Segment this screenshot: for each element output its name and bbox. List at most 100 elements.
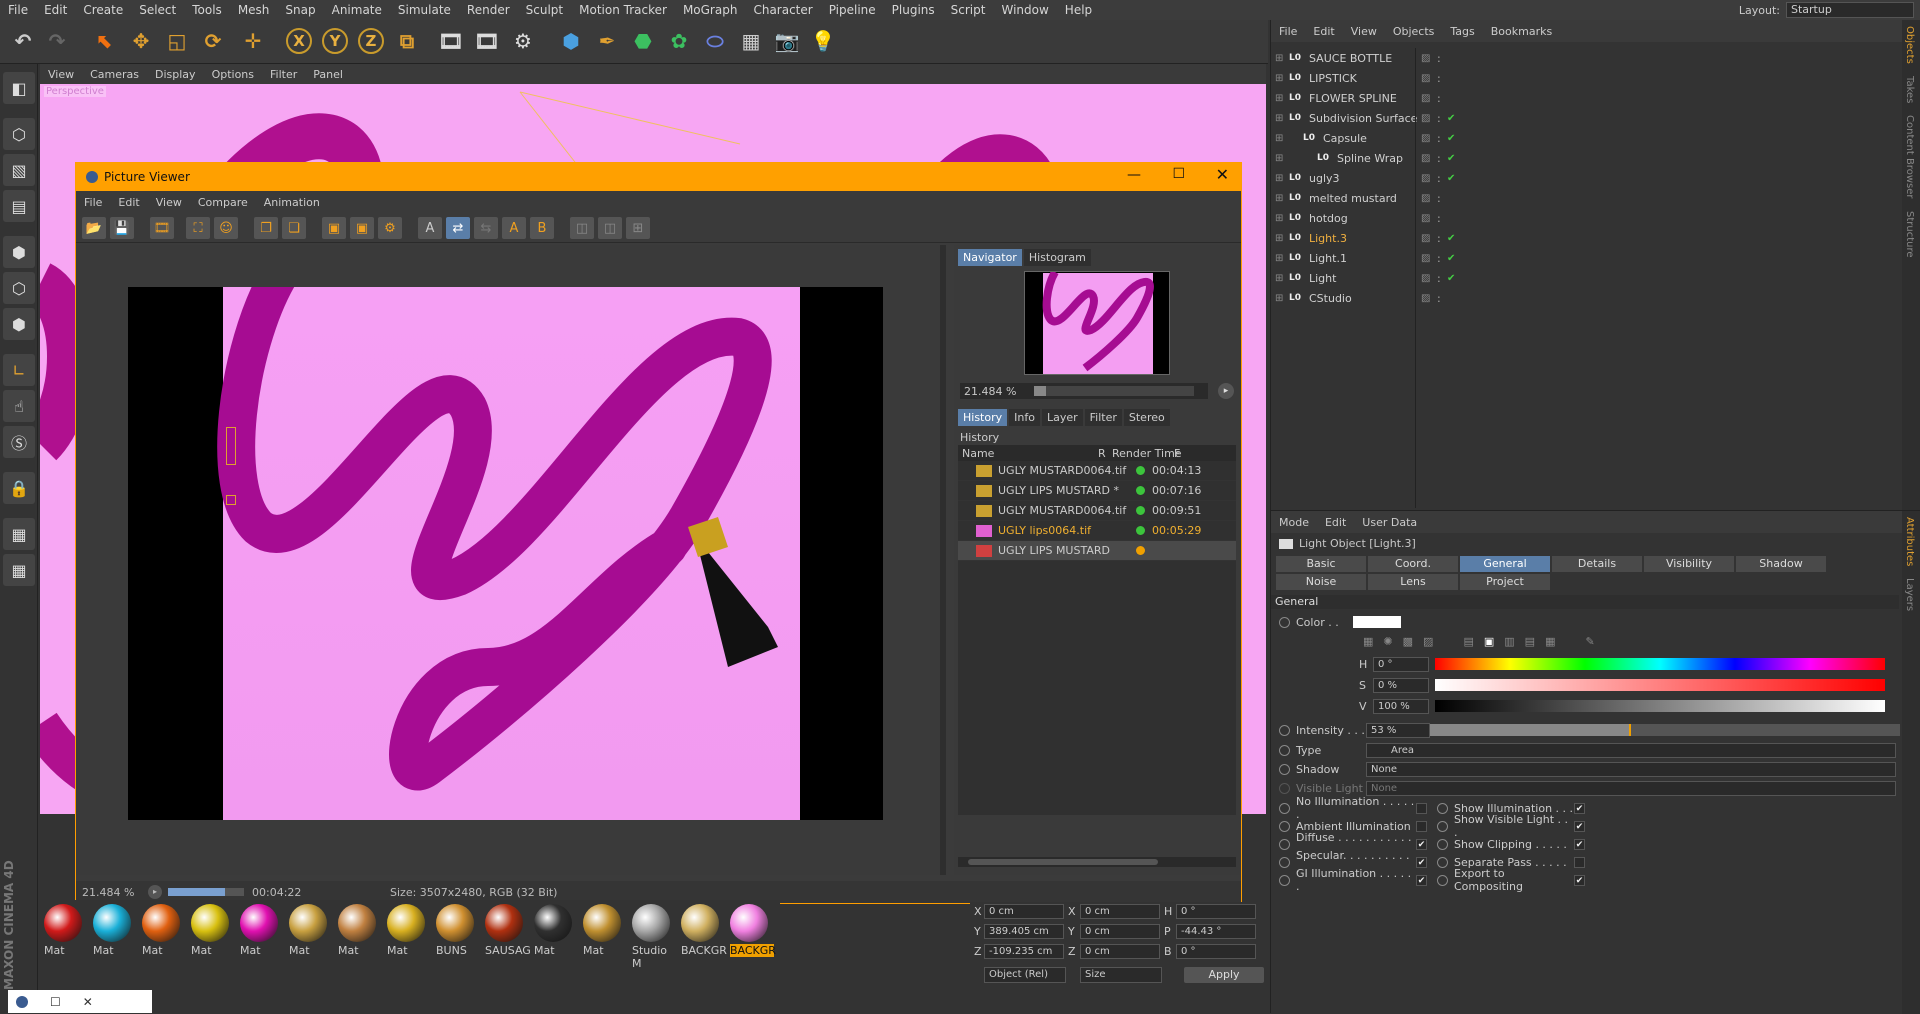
visible-light-dropdown[interactable]: None <box>1366 780 1896 796</box>
visibility-icon[interactable]: ▨ <box>1421 193 1430 204</box>
render-dots-icon[interactable]: : <box>1437 252 1441 265</box>
render-dots-icon[interactable]: : <box>1437 192 1441 205</box>
objects-menu-view[interactable]: View <box>1343 25 1385 38</box>
material-ball[interactable] <box>681 904 719 942</box>
attr-tab-shadow[interactable]: Shadow <box>1736 556 1826 572</box>
menu-tools[interactable]: Tools <box>184 3 230 17</box>
visible-light-animate-radio[interactable] <box>1279 782 1290 794</box>
side-tab-layers[interactable]: Layers <box>1902 572 1917 617</box>
polygons-mode-icon[interactable]: ⬢ <box>3 308 35 340</box>
expand-icon[interactable]: ⊞ <box>1275 293 1283 304</box>
render-dots-icon[interactable]: : <box>1437 152 1441 165</box>
history-row[interactable]: UGLY MUSTARD0064.tif 00:04:13 <box>958 461 1236 481</box>
tab-histogram[interactable]: Histogram <box>1023 249 1091 266</box>
render-region-icon[interactable]: ▣ <box>350 217 374 239</box>
material-ball[interactable] <box>289 904 327 942</box>
set-b-icon[interactable]: B <box>530 217 554 239</box>
checkbox[interactable]: ✔ <box>1416 838 1427 850</box>
attr-tab-basic[interactable]: Basic <box>1276 556 1366 572</box>
material-ball[interactable] <box>534 904 572 942</box>
pen-icon[interactable]: ✒ <box>592 26 622 56</box>
object-row[interactable]: ⊞ L0 Subdivision Surface ▨: ✔ <box>1271 108 1901 128</box>
layout-selector[interactable]: Layout: Startup <box>1739 0 1914 20</box>
enabled-check-icon[interactable]: ✔ <box>1447 173 1455 184</box>
material-swatch[interactable]: Mat <box>93 904 137 957</box>
color-wheel-icon[interactable]: ✺ <box>1383 635 1392 651</box>
viewport-menu-filter[interactable]: Filter <box>262 68 305 81</box>
material-ball[interactable] <box>240 904 278 942</box>
visibility-icon[interactable]: ▨ <box>1421 253 1430 264</box>
close-icon[interactable]: ✕ <box>1216 165 1229 184</box>
material-swatch[interactable]: Mat <box>142 904 186 957</box>
visibility-icon[interactable]: ▨ <box>1421 213 1430 224</box>
history-col-name[interactable]: Name <box>962 447 994 460</box>
material-ball[interactable] <box>44 904 82 942</box>
enabled-check-icon[interactable]: ✔ <box>1447 253 1455 264</box>
color-rgb-icon[interactable]: ▤ <box>1463 635 1473 651</box>
workplane-lock-icon[interactable]: ▦ <box>3 554 35 586</box>
checkbox[interactable] <box>1416 820 1427 832</box>
object-row[interactable]: ⊞ L0 SAUCE BOTTLE ▨: <box>1271 48 1901 68</box>
grid-icon[interactable]: ▦ <box>3 518 35 550</box>
viewport-menu-view[interactable]: View <box>40 68 82 81</box>
menu-snap[interactable]: Snap <box>277 3 323 17</box>
b-rotation[interactable]: 0 ° <box>1176 943 1256 959</box>
attr-tab-visibility[interactable]: Visibility <box>1644 556 1734 572</box>
coord-mode-dropdown[interactable]: Object (Rel) <box>984 967 1066 983</box>
attr-tab-project[interactable]: Project <box>1460 574 1550 590</box>
p-rotation[interactable]: -44.43 ° <box>1176 923 1256 939</box>
render-view-icon[interactable]: 🎞 <box>436 26 466 56</box>
zoom-value[interactable]: 21.484 % <box>960 385 1034 398</box>
type-animate-radio[interactable] <box>1279 744 1290 756</box>
y-position[interactable]: 389.405 cm <box>984 923 1064 939</box>
render-dots-icon[interactable]: : <box>1437 292 1441 305</box>
history-row[interactable]: UGLY MUSTARD0064.tif 00:09:51 <box>958 501 1236 521</box>
texture-mode-icon[interactable]: ▧ <box>3 154 35 186</box>
value-field[interactable]: 100 % <box>1373 698 1429 714</box>
objects-menu-file[interactable]: File <box>1271 25 1305 38</box>
color-animate-radio[interactable] <box>1279 616 1290 628</box>
object-row[interactable]: ⊞ L0 Light.3 ▨: ✔ <box>1271 228 1901 248</box>
tab-info[interactable]: Info <box>1009 409 1040 426</box>
material-swatch[interactable]: Mat <box>289 904 333 957</box>
hue-slider[interactable] <box>1435 658 1885 670</box>
color-mixer-icon[interactable]: ▤ <box>1525 635 1535 651</box>
enabled-check-icon[interactable]: ✔ <box>1447 113 1455 124</box>
shadow-dropdown[interactable]: None <box>1366 761 1896 777</box>
attr-tab-noise[interactable]: Noise <box>1276 574 1366 590</box>
intensity-animate-radio[interactable] <box>1279 724 1290 736</box>
history-row[interactable]: UGLY LIPS MUSTARD <box>958 541 1236 561</box>
clear-icon[interactable]: 🎞 <box>150 217 174 239</box>
check-animate-radio[interactable] <box>1279 838 1290 850</box>
visibility-icon[interactable]: ▨ <box>1421 233 1430 244</box>
render-dots-icon[interactable]: : <box>1437 172 1441 185</box>
material-swatch[interactable]: BACKGR <box>730 904 776 957</box>
transform-tool-icon[interactable]: ✛ <box>238 26 268 56</box>
minimized-window[interactable]: ☐ ✕ <box>8 990 152 1013</box>
color-sliders-icon[interactable]: ▦ <box>1545 635 1555 651</box>
checkbox[interactable]: ✔ <box>1574 838 1585 850</box>
save-icon[interactable]: 💾 <box>110 217 134 239</box>
type-dropdown[interactable]: Area <box>1366 742 1896 758</box>
render-dots-icon[interactable]: : <box>1437 92 1441 105</box>
expand-icon[interactable]: ⊞ <box>1275 93 1283 104</box>
split-vertical-icon[interactable]: ◫ <box>598 217 622 239</box>
value-slider[interactable] <box>1435 700 1885 712</box>
check-animate-radio[interactable] <box>1279 820 1290 832</box>
viewport-menu-panel[interactable]: Panel <box>305 68 351 81</box>
snap-icon[interactable]: Ⓢ <box>3 426 35 458</box>
visibility-icon[interactable]: ▨ <box>1421 93 1430 104</box>
split-both-icon[interactable]: ⊞ <box>626 217 650 239</box>
material-ball[interactable] <box>93 904 131 942</box>
objects-menu-objects[interactable]: Objects <box>1385 25 1443 38</box>
viewport-menu-display[interactable]: Display <box>147 68 204 81</box>
object-row[interactable]: ⊞ L0 ugly3 ▨: ✔ <box>1271 168 1901 188</box>
visibility-icon[interactable]: ▨ <box>1421 153 1430 164</box>
apply-button[interactable]: Apply <box>1184 967 1264 983</box>
object-row[interactable]: ⊞ L0 Capsule ▨: ✔ <box>1271 128 1901 148</box>
z-size[interactable]: 0 cm <box>1080 943 1160 959</box>
menu-simulate[interactable]: Simulate <box>390 3 459 17</box>
z-axis-icon[interactable]: Z <box>358 28 384 54</box>
visibility-icon[interactable]: ▨ <box>1421 273 1430 284</box>
render-dots-icon[interactable]: : <box>1437 132 1441 145</box>
